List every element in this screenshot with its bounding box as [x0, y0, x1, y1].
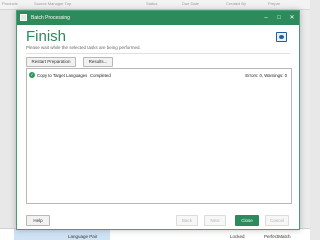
minimize-icon[interactable]: –: [261, 13, 271, 23]
background-header: Products Source Manager Top Status Due D…: [0, 0, 310, 10]
header-divider: [26, 53, 290, 54]
dialog-title: Batch Processing: [31, 15, 70, 21]
check-circle-icon: ✓: [29, 72, 35, 78]
bg-row-match: PerfectMatch: [264, 234, 291, 239]
task-list[interactable]: ✓ Copy to Target Languages Completed Err…: [26, 68, 292, 204]
bg-col-prepar: Prepar: [268, 1, 281, 6]
bg-row-status: Locked: [230, 234, 245, 239]
dialog-titlebar[interactable]: Batch Processing – □ ✕: [17, 11, 299, 25]
task-row[interactable]: ✓ Copy to Target Languages Completed Err…: [28, 71, 290, 79]
page-subtitle: Please wait while the selected tasks are…: [26, 45, 141, 50]
task-result: Errors: 0, Warnings: 0: [245, 73, 287, 78]
background-panel: [300, 10, 310, 230]
next-button[interactable]: Next: [204, 215, 226, 226]
task-status: Completed: [90, 73, 111, 78]
restart-preparation-button[interactable]: Restart Preparation: [26, 57, 76, 67]
cancel-button[interactable]: Cancel: [265, 215, 289, 226]
help-button[interactable]: Help: [26, 215, 50, 226]
bg-row-name: Language Pair: [68, 234, 98, 239]
bg-col-status: Status: [146, 1, 158, 6]
bg-col-due: Due Date: [182, 1, 199, 6]
bg-col-source: Source Manager Top: [34, 1, 72, 6]
bg-col-products: Products: [2, 1, 18, 6]
maximize-icon[interactable]: □: [274, 13, 284, 23]
bg-col-created: Created By: [226, 1, 247, 6]
task-name: Copy to Target Languages: [37, 73, 88, 78]
close-button[interactable]: Close: [235, 215, 259, 226]
back-button[interactable]: Back: [176, 215, 198, 226]
batch-processing-dialog: Batch Processing – □ ✕ Finish Please wai…: [16, 10, 300, 230]
close-icon[interactable]: ✕: [287, 13, 297, 23]
results-button[interactable]: Results...: [83, 57, 113, 67]
page-title: Finish: [26, 28, 67, 45]
report-icon: [276, 32, 287, 42]
app-icon: [20, 14, 27, 21]
